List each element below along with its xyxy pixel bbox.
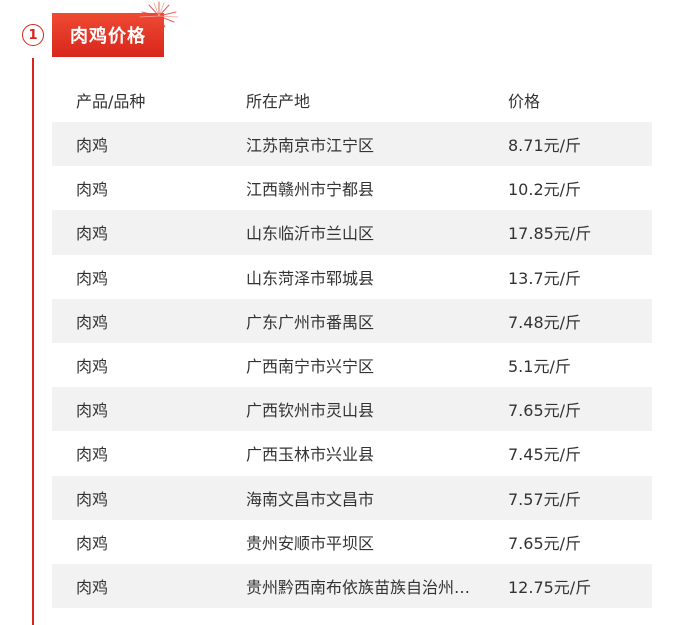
cell-origin: 广西玉林市兴业县 bbox=[246, 445, 375, 465]
cell-origin: 贵州安顺市平坝区 bbox=[246, 533, 375, 553]
table-row: 肉鸡 贵州安顺市平坝区 7.65元/斤 bbox=[52, 520, 652, 564]
table-row: 肉鸡 广西玉林市兴业县 7.45元/斤 bbox=[52, 431, 652, 475]
table-row: 肉鸡 山东菏泽市郓城县 13.7元/斤 bbox=[52, 255, 652, 299]
cell-product: 肉鸡 bbox=[76, 224, 109, 244]
table-row: 肉鸡 贵州黔西南布依族苗族自治州兴… 12.75元/斤 bbox=[52, 563, 652, 609]
firework-decoration-icon bbox=[139, 1, 179, 28]
cell-origin: 江苏南京市江宁区 bbox=[246, 136, 375, 156]
cell-origin: 广西南宁市兴宁区 bbox=[246, 357, 375, 377]
cell-product: 肉鸡 bbox=[76, 357, 109, 377]
cell-product: 肉鸡 bbox=[76, 577, 109, 597]
cell-product: 肉鸡 bbox=[76, 533, 109, 553]
cell-price: 10.2元/斤 bbox=[508, 180, 582, 200]
cell-product: 肉鸡 bbox=[76, 401, 109, 421]
table-header-row: 产品/品种 所在产地 价格 bbox=[52, 78, 652, 122]
cell-product: 肉鸡 bbox=[76, 445, 109, 465]
cell-price: 13.7元/斤 bbox=[508, 268, 582, 288]
cell-price: 7.45元/斤 bbox=[508, 445, 582, 465]
table-row: 肉鸡 广西钦州市灵山县 7.65元/斤 bbox=[52, 387, 652, 432]
cell-price: 17.85元/斤 bbox=[508, 224, 592, 244]
cell-origin: 广西钦州市灵山县 bbox=[246, 401, 375, 421]
cell-origin: 江西赣州市宁都县 bbox=[246, 180, 375, 200]
cell-origin: 广东广州市番禺区 bbox=[246, 312, 375, 332]
header-price: 价格 bbox=[508, 92, 541, 111]
cell-origin: 山东临沂市兰山区 bbox=[246, 224, 375, 244]
table-row: 肉鸡 山东临沂市兰山区 17.85元/斤 bbox=[52, 210, 652, 255]
cell-product: 肉鸡 bbox=[76, 268, 109, 288]
table-row: 肉鸡 海南文昌市文昌市 7.57元/斤 bbox=[52, 475, 652, 520]
cell-price: 5.1元/斤 bbox=[508, 357, 571, 377]
cell-price: 7.48元/斤 bbox=[508, 312, 582, 332]
cell-product: 肉鸡 bbox=[76, 180, 109, 200]
table-row: 肉鸡 江西赣州市宁都县 10.2元/斤 bbox=[52, 166, 652, 210]
cell-price: 7.65元/斤 bbox=[508, 401, 582, 421]
price-table: 产品/品种 所在产地 价格 肉鸡 江苏南京市江宁区 8.71元/斤 肉鸡 江西赣州市宁都… bbox=[52, 78, 652, 609]
cell-product: 肉鸡 bbox=[76, 136, 109, 156]
cell-origin: 海南文昌市文昌市 bbox=[246, 489, 375, 509]
table-row: 肉鸡 广东广州市番禺区 7.48元/斤 bbox=[52, 298, 652, 343]
header-product: 产品/品种 bbox=[76, 92, 146, 111]
table-row: 肉鸡 江苏南京市江宁区 8.71元/斤 bbox=[52, 122, 652, 167]
cell-product: 肉鸡 bbox=[76, 489, 109, 509]
cell-origin: 山东菏泽市郓城县 bbox=[246, 268, 375, 288]
cell-price: 12.75元/斤 bbox=[508, 577, 592, 597]
cell-product: 肉鸡 bbox=[76, 312, 109, 332]
cell-price: 8.71元/斤 bbox=[508, 136, 582, 156]
timeline-line bbox=[32, 58, 34, 625]
step-number-badge: 1 bbox=[22, 24, 44, 46]
cell-price: 7.65元/斤 bbox=[508, 533, 582, 553]
header-origin: 所在产地 bbox=[246, 92, 311, 111]
cell-origin: 贵州黔西南布依族苗族自治州兴… bbox=[246, 577, 483, 597]
table-row: 肉鸡 广西南宁市兴宁区 5.1元/斤 bbox=[52, 343, 652, 387]
cell-price: 7.57元/斤 bbox=[508, 489, 582, 509]
